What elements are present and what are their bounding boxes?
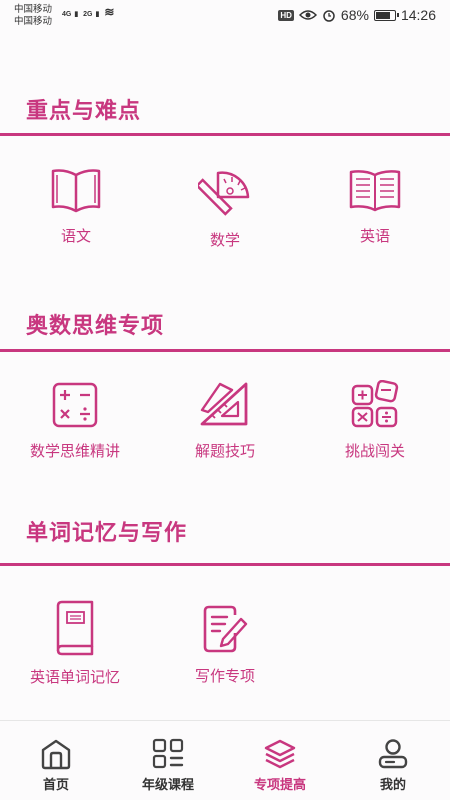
nav-label: 年级课程: [141, 778, 194, 793]
content-bottom-divider: [0, 720, 450, 721]
signal-icon-2: ▮: [95, 11, 100, 18]
clock: 14:26: [400, 7, 436, 23]
grid-item-vocabulary[interactable]: 英语单词记忆: [0, 600, 150, 687]
status-bar: 中国移动 中国移动 4G ▮ 2G ▮ ≋ HD 68% 14:26: [0, 0, 450, 34]
grid-item-label: 英语单词记忆: [29, 668, 120, 686]
nav-special-improvement[interactable]: 专项提高: [224, 738, 336, 793]
open-book-icon: [51, 169, 101, 213]
grid-item-label: 语文: [60, 227, 91, 245]
home-icon: [41, 739, 71, 770]
layers-icon: [264, 739, 296, 769]
grid-item-problem-solving[interactable]: 解题技巧: [150, 380, 300, 461]
nav-label: 首页: [42, 778, 69, 793]
calculator-icon: [52, 382, 98, 428]
grid-item-label: 解题技巧: [194, 442, 255, 460]
math-operators-icon: [351, 380, 399, 428]
section-divider: [0, 563, 450, 566]
grid-item-writing[interactable]: 写作专项: [150, 603, 300, 686]
grid-item-chinese[interactable]: 语文: [1, 167, 151, 246]
battery-percent: 68%: [340, 7, 369, 23]
section-title: 奥数思维专项: [26, 314, 165, 339]
wifi-icon: ≋: [104, 5, 115, 19]
closed-book-icon: [56, 600, 94, 656]
grid-item-challenge[interactable]: 挑战闯关: [300, 380, 450, 461]
grid-item-math[interactable]: 数学: [150, 167, 300, 250]
grid-item-label: 写作专项: [194, 667, 255, 685]
nav-label: 专项提高: [253, 778, 306, 793]
network-type-1: 4G: [62, 11, 72, 18]
grid-item-english[interactable]: 英语: [300, 167, 450, 246]
grid-item-label: 挑战闯关: [344, 442, 405, 460]
carrier-2: 中国移动: [14, 16, 53, 27]
section-divider: [0, 133, 450, 136]
eye-icon: [298, 10, 317, 20]
grid-item-label: 数学思维精讲: [29, 442, 120, 460]
ruler-protractor-icon: [198, 171, 250, 216]
alarm-icon: [323, 10, 335, 22]
nav-profile[interactable]: 我的: [337, 738, 449, 793]
status-right: HD 68% 14:26: [278, 7, 436, 23]
section-divider: [0, 349, 450, 352]
profile-icon: [378, 739, 408, 769]
nav-home[interactable]: 首页: [0, 738, 112, 793]
signal-icon: ▮: [74, 11, 79, 18]
nav-label: 我的: [379, 778, 406, 793]
hd-icon: HD: [278, 9, 294, 21]
note-pen-icon: [203, 605, 248, 653]
grid-item-math-thinking[interactable]: 数学思维精讲: [0, 380, 150, 461]
network-type-2: 2G: [83, 11, 93, 18]
nav-grade-courses[interactable]: 年级课程: [112, 738, 224, 793]
grid-item-label: 英语: [359, 227, 390, 245]
network-badges: 4G ▮ 2G ▮ ≋: [62, 5, 117, 19]
grid-item-label: 数学: [209, 231, 240, 249]
reading-book-icon: [349, 170, 401, 212]
section-title: 单词记忆与写作: [26, 521, 188, 546]
section-title: 重点与难点: [26, 99, 142, 124]
grid-icon: [152, 738, 184, 769]
battery-icon: [373, 9, 399, 21]
bottom-navigation: 首页 年级课程 专项提高 我的: [0, 730, 450, 800]
carrier-info: 中国移动 中国移动: [14, 4, 52, 28]
carrier-1: 中国移动: [14, 4, 53, 15]
triangle-ruler-icon: [200, 382, 248, 426]
